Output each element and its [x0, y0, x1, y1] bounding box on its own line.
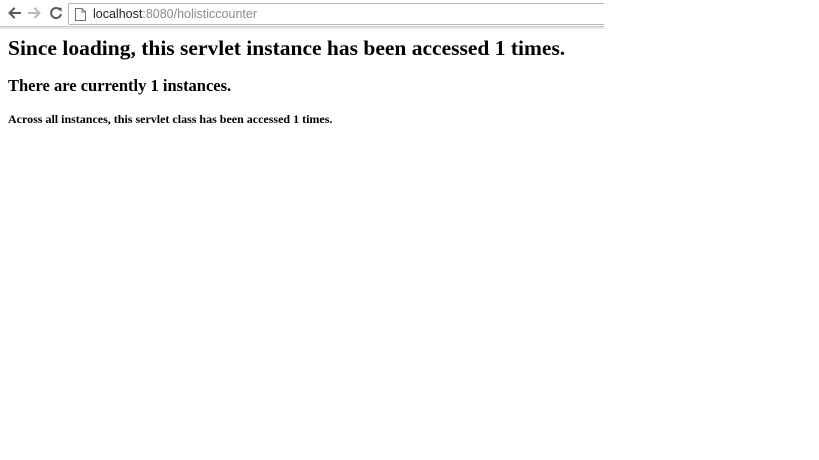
reload-icon — [50, 7, 62, 20]
browser-toolbar: localhost:8080/holisticcounter — [0, 0, 604, 29]
url-path: :8080/holisticcounter — [142, 6, 257, 21]
class-access-heading: Across all instances, this servlet class… — [8, 112, 333, 126]
url-host: localhost — [93, 6, 143, 21]
toolbar-divider — [0, 27, 604, 29]
page-icon — [75, 7, 86, 21]
address-bar[interactable]: localhost:8080/holisticcounter — [68, 3, 604, 25]
page-content: Since loading, this servlet instance has… — [8, 33, 808, 127]
instance-count-heading: There are currently 1 instances. — [8, 76, 232, 95]
instance-access-heading: Since loading, this servlet instance has… — [8, 36, 566, 60]
reload-button[interactable] — [48, 5, 64, 21]
arrow-right-icon — [28, 7, 41, 19]
arrow-left-icon — [8, 7, 21, 19]
forward-button[interactable] — [27, 5, 43, 21]
url-text[interactable]: localhost:8080/holisticcounter — [93, 8, 257, 21]
back-button[interactable] — [6, 5, 22, 21]
